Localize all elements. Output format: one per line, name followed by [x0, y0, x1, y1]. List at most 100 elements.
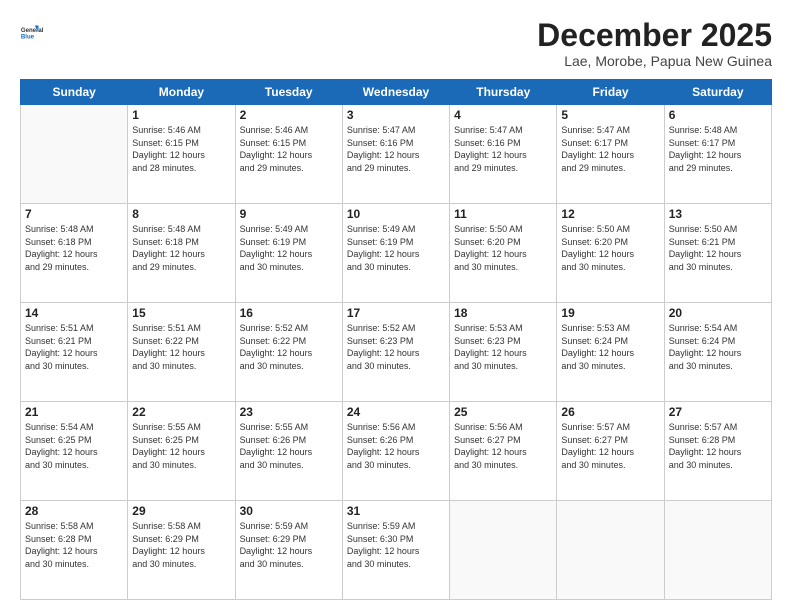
calendar-cell: 28 Sunrise: 5:58 AM Sunset: 6:28 PM Dayli… — [21, 501, 128, 600]
calendar-cell: 25Sunrise: 5:56 AM Sunset: 6:27 PM Dayli… — [450, 402, 557, 501]
day-number: 23 — [240, 405, 338, 419]
day-number: 4 — [454, 108, 552, 122]
week-row-4: 21 Sunrise: 5:54 AM Sunset: 6:25 PM Dayli… — [21, 402, 772, 501]
svg-text:Blue: Blue — [21, 35, 35, 41]
calendar-cell: 22 Sunrise: 5:55 AM Sunset: 6:25 PM Dayli… — [128, 402, 235, 501]
day-number: 8 — [132, 207, 230, 221]
day-number: 14 — [25, 306, 123, 320]
day-info: Sunrise: 5:48 AM Sunset: 6:18 PM Dayligh… — [25, 223, 123, 273]
calendar-cell: 18 Sunrise: 5:53 AM Sunset: 6:23 PM Dayli… — [450, 303, 557, 402]
day-number: 21 — [25, 405, 123, 419]
day-info: Sunrise: 5:54 AM Sunset: 6:24 PM Dayligh… — [669, 322, 767, 372]
weekday-header-row: SundayMondayTuesdayWednesdayThursdayFrid… — [21, 80, 772, 105]
day-number: 27 — [669, 405, 767, 419]
day-number: 13 — [669, 207, 767, 221]
calendar-cell: 11Sunrise: 5:50 AM Sunset: 6:20 PM Dayli… — [450, 204, 557, 303]
calendar-cell: 26 Sunrise: 5:57 AM Sunset: 6:27 PM Dayli… — [557, 402, 664, 501]
header: General Blue December 2025 Lae, Morobe, … — [20, 18, 772, 69]
day-number: 22 — [132, 405, 230, 419]
day-info: Sunrise: 5:58 AM Sunset: 6:28 PM Dayligh… — [25, 520, 123, 570]
day-info: Sunrise: 5:53 AM Sunset: 6:23 PM Dayligh… — [454, 322, 552, 372]
page: General Blue December 2025 Lae, Morobe, … — [0, 0, 792, 612]
weekday-header-thursday: Thursday — [450, 80, 557, 105]
day-info: Sunrise: 5:53 AM Sunset: 6:24 PM Dayligh… — [561, 322, 659, 372]
logo-icon: General Blue — [20, 18, 48, 46]
calendar-cell: 21 Sunrise: 5:54 AM Sunset: 6:25 PM Dayli… — [21, 402, 128, 501]
day-info: Sunrise: 5:49 AM Sunset: 6:19 PM Dayligh… — [347, 223, 445, 273]
day-number: 20 — [669, 306, 767, 320]
calendar-cell: 8Sunrise: 5:48 AM Sunset: 6:18 PM Daylig… — [128, 204, 235, 303]
day-info: Sunrise: 5:46 AM Sunset: 6:15 PM Dayligh… — [132, 124, 230, 174]
day-number: 18 — [454, 306, 552, 320]
logo: General Blue — [20, 18, 48, 46]
calendar-cell: 10 Sunrise: 5:49 AM Sunset: 6:19 PM Dayli… — [342, 204, 449, 303]
day-info: Sunrise: 5:51 AM Sunset: 6:22 PM Dayligh… — [132, 322, 230, 372]
day-number: 9 — [240, 207, 338, 221]
day-info: Sunrise: 5:57 AM Sunset: 6:28 PM Dayligh… — [669, 421, 767, 471]
calendar-cell: 29 Sunrise: 5:58 AM Sunset: 6:29 PM Dayli… — [128, 501, 235, 600]
day-number: 12 — [561, 207, 659, 221]
day-info: Sunrise: 5:50 AM Sunset: 6:20 PM Dayligh… — [561, 223, 659, 273]
day-number: 30 — [240, 504, 338, 518]
day-info: Sunrise: 5:54 AM Sunset: 6:25 PM Dayligh… — [25, 421, 123, 471]
weekday-header-tuesday: Tuesday — [235, 80, 342, 105]
day-number: 2 — [240, 108, 338, 122]
week-row-5: 28 Sunrise: 5:58 AM Sunset: 6:28 PM Dayli… — [21, 501, 772, 600]
calendar-cell — [21, 105, 128, 204]
day-number: 10 — [347, 207, 445, 221]
calendar-cell: 17Sunrise: 5:52 AM Sunset: 6:23 PM Dayli… — [342, 303, 449, 402]
week-row-2: 7 Sunrise: 5:48 AM Sunset: 6:18 PM Daylig… — [21, 204, 772, 303]
calendar-cell: 4 Sunrise: 5:47 AM Sunset: 6:16 PM Daylig… — [450, 105, 557, 204]
calendar-cell: 14 Sunrise: 5:51 AM Sunset: 6:21 PM Dayli… — [21, 303, 128, 402]
day-info: Sunrise: 5:47 AM Sunset: 6:16 PM Dayligh… — [454, 124, 552, 174]
day-number: 24 — [347, 405, 445, 419]
calendar-cell — [450, 501, 557, 600]
day-info: Sunrise: 5:50 AM Sunset: 6:21 PM Dayligh… — [669, 223, 767, 273]
calendar-cell: 16Sunrise: 5:52 AM Sunset: 6:22 PM Dayli… — [235, 303, 342, 402]
title-block: December 2025 Lae, Morobe, Papua New Gui… — [537, 18, 772, 69]
day-number: 1 — [132, 108, 230, 122]
day-number: 7 — [25, 207, 123, 221]
day-info: Sunrise: 5:48 AM Sunset: 6:17 PM Dayligh… — [669, 124, 767, 174]
month-title: December 2025 — [537, 18, 772, 53]
day-info: Sunrise: 5:56 AM Sunset: 6:26 PM Dayligh… — [347, 421, 445, 471]
location: Lae, Morobe, Papua New Guinea — [537, 53, 772, 69]
calendar-cell: 23Sunrise: 5:55 AM Sunset: 6:26 PM Dayli… — [235, 402, 342, 501]
weekday-header-sunday: Sunday — [21, 80, 128, 105]
calendar-cell: 2 Sunrise: 5:46 AM Sunset: 6:15 PM Daylig… — [235, 105, 342, 204]
calendar-cell: 31 Sunrise: 5:59 AM Sunset: 6:30 PM Dayli… — [342, 501, 449, 600]
day-number: 28 — [25, 504, 123, 518]
weekday-header-wednesday: Wednesday — [342, 80, 449, 105]
calendar-cell: 12 Sunrise: 5:50 AM Sunset: 6:20 PM Dayli… — [557, 204, 664, 303]
day-number: 11 — [454, 207, 552, 221]
week-row-3: 14 Sunrise: 5:51 AM Sunset: 6:21 PM Dayli… — [21, 303, 772, 402]
calendar-cell: 9Sunrise: 5:49 AM Sunset: 6:19 PM Daylig… — [235, 204, 342, 303]
day-info: Sunrise: 5:55 AM Sunset: 6:25 PM Dayligh… — [132, 421, 230, 471]
day-number: 26 — [561, 405, 659, 419]
day-info: Sunrise: 5:51 AM Sunset: 6:21 PM Dayligh… — [25, 322, 123, 372]
day-info: Sunrise: 5:56 AM Sunset: 6:27 PM Dayligh… — [454, 421, 552, 471]
day-info: Sunrise: 5:57 AM Sunset: 6:27 PM Dayligh… — [561, 421, 659, 471]
calendar-cell — [557, 501, 664, 600]
day-number: 6 — [669, 108, 767, 122]
day-number: 15 — [132, 306, 230, 320]
day-number: 31 — [347, 504, 445, 518]
day-info: Sunrise: 5:47 AM Sunset: 6:16 PM Dayligh… — [347, 124, 445, 174]
day-number: 19 — [561, 306, 659, 320]
day-info: Sunrise: 5:58 AM Sunset: 6:29 PM Dayligh… — [132, 520, 230, 570]
calendar: SundayMondayTuesdayWednesdayThursdayFrid… — [20, 79, 772, 600]
weekday-header-saturday: Saturday — [664, 80, 771, 105]
day-number: 17 — [347, 306, 445, 320]
calendar-cell: 6 Sunrise: 5:48 AM Sunset: 6:17 PM Daylig… — [664, 105, 771, 204]
day-info: Sunrise: 5:59 AM Sunset: 6:30 PM Dayligh… — [347, 520, 445, 570]
day-info: Sunrise: 5:46 AM Sunset: 6:15 PM Dayligh… — [240, 124, 338, 174]
calendar-cell: 15 Sunrise: 5:51 AM Sunset: 6:22 PM Dayli… — [128, 303, 235, 402]
day-info: Sunrise: 5:59 AM Sunset: 6:29 PM Dayligh… — [240, 520, 338, 570]
week-row-1: 1 Sunrise: 5:46 AM Sunset: 6:15 PM Daylig… — [21, 105, 772, 204]
calendar-cell: 3Sunrise: 5:47 AM Sunset: 6:16 PM Daylig… — [342, 105, 449, 204]
svg-text:General: General — [21, 28, 44, 34]
weekday-header-friday: Friday — [557, 80, 664, 105]
day-number: 29 — [132, 504, 230, 518]
calendar-cell: 24 Sunrise: 5:56 AM Sunset: 6:26 PM Dayli… — [342, 402, 449, 501]
day-number: 5 — [561, 108, 659, 122]
